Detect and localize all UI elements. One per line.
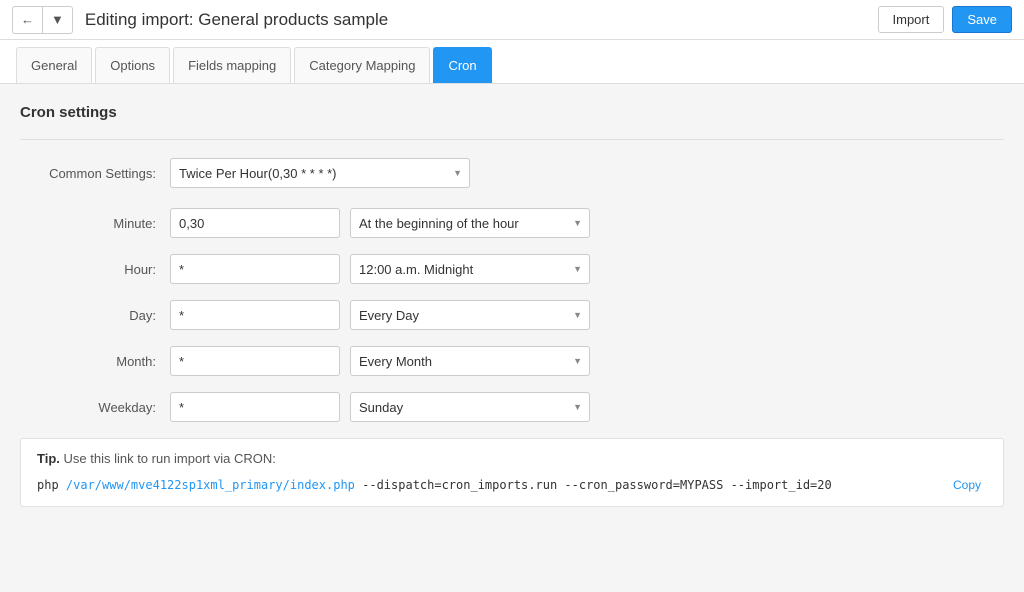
page-title: Editing import: General products sample bbox=[85, 10, 878, 30]
field-row-day: Day: Every DayMondayTuesdayWednesdayThurs… bbox=[20, 300, 1004, 330]
top-bar: ← ▼ Editing import: General products sam… bbox=[0, 0, 1024, 40]
common-settings-label: Common Settings: bbox=[40, 166, 170, 181]
tip-box: Tip. Use this link to run import via CRO… bbox=[20, 438, 1004, 507]
tab-options[interactable]: Options bbox=[95, 47, 170, 83]
select-month[interactable]: Every MonthJanuaryFebruaryMarchAprilMayJ… bbox=[350, 346, 590, 376]
select-minute[interactable]: At the beginning of the hourAt the 30th … bbox=[350, 208, 590, 238]
field-inner-weekday: SundayMondayTuesdayWednesdayThursdayFrid… bbox=[170, 392, 590, 422]
tab-general[interactable]: General bbox=[16, 47, 92, 83]
label-hour: Hour: bbox=[40, 262, 170, 277]
input-hour[interactable] bbox=[170, 254, 340, 284]
select-wrapper-minute: At the beginning of the hourAt the 30th … bbox=[350, 208, 590, 238]
nav-buttons: ← ▼ bbox=[12, 6, 73, 34]
common-settings-select[interactable]: Twice Per Hour(0,30 * * * *)Every Hour(0… bbox=[170, 158, 470, 188]
common-settings-group: Common Settings: Twice Per Hour(0,30 * *… bbox=[20, 158, 1004, 188]
cmd-plain: php bbox=[37, 478, 66, 492]
tab-fields-mapping[interactable]: Fields mapping bbox=[173, 47, 291, 83]
import-button[interactable]: Import bbox=[878, 6, 945, 33]
dropdown-button[interactable]: ▼ bbox=[42, 6, 73, 34]
input-month[interactable] bbox=[170, 346, 340, 376]
back-button[interactable]: ← bbox=[12, 6, 42, 34]
field-row-hour: Hour: 12:00 a.m. MidnightEvery hourCustom bbox=[20, 254, 1004, 284]
input-minute[interactable] bbox=[170, 208, 340, 238]
select-day[interactable]: Every DayMondayTuesdayWednesdayThursdayF… bbox=[350, 300, 590, 330]
divider bbox=[20, 139, 1004, 140]
input-weekday[interactable] bbox=[170, 392, 340, 422]
select-hour[interactable]: 12:00 a.m. MidnightEvery hourCustom bbox=[350, 254, 590, 284]
label-month: Month: bbox=[40, 354, 170, 369]
field-row-minute: Minute: At the beginning of the hourAt th… bbox=[20, 208, 1004, 238]
save-button[interactable]: Save bbox=[952, 6, 1012, 33]
section-title: Cron settings bbox=[20, 104, 1004, 121]
cron-command: php /var/www/mve4122sp1xml_primary/index… bbox=[37, 478, 937, 492]
top-actions: Import Save bbox=[878, 6, 1012, 33]
field-inner-month: Every MonthJanuaryFebruaryMarchAprilMayJ… bbox=[170, 346, 590, 376]
tip-text: Tip. Use this link to run import via CRO… bbox=[37, 451, 987, 466]
tabs-bar: GeneralOptionsFields mappingCategory Map… bbox=[0, 40, 1024, 84]
label-minute: Minute: bbox=[40, 216, 170, 231]
tip-body: Use this link to run import via CRON: bbox=[64, 451, 276, 466]
field-inner-day: Every DayMondayTuesdayWednesdayThursdayF… bbox=[170, 300, 590, 330]
field-row-month: Month: Every MonthJanuaryFebruaryMarchApr… bbox=[20, 346, 1004, 376]
label-weekday: Weekday: bbox=[40, 400, 170, 415]
copy-button[interactable]: Copy bbox=[947, 476, 987, 494]
cmd-suffix: --dispatch=cron_imports.run --cron_passw… bbox=[355, 478, 832, 492]
label-day: Day: bbox=[40, 308, 170, 323]
field-inner-hour: 12:00 a.m. MidnightEvery hourCustom bbox=[170, 254, 590, 284]
select-wrapper-weekday: SundayMondayTuesdayWednesdayThursdayFrid… bbox=[350, 392, 590, 422]
cmd-link: /var/www/mve4122sp1xml_primary/index.php bbox=[66, 478, 355, 492]
field-row-weekday: Weekday: SundayMondayTuesdayWednesdayThur… bbox=[20, 392, 1004, 422]
cron-command-row: php /var/www/mve4122sp1xml_primary/index… bbox=[37, 476, 987, 494]
field-rows-container: Minute: At the beginning of the hourAt th… bbox=[20, 208, 1004, 422]
tab-category-mapping[interactable]: Category Mapping bbox=[294, 47, 430, 83]
select-wrapper-month: Every MonthJanuaryFebruaryMarchAprilMayJ… bbox=[350, 346, 590, 376]
input-day[interactable] bbox=[170, 300, 340, 330]
select-wrapper-day: Every DayMondayTuesdayWednesdayThursdayF… bbox=[350, 300, 590, 330]
common-settings-wrapper: Twice Per Hour(0,30 * * * *)Every Hour(0… bbox=[170, 158, 470, 188]
select-wrapper-hour: 12:00 a.m. MidnightEvery hourCustom bbox=[350, 254, 590, 284]
field-inner-minute: At the beginning of the hourAt the 30th … bbox=[170, 208, 590, 238]
select-weekday[interactable]: SundayMondayTuesdayWednesdayThursdayFrid… bbox=[350, 392, 590, 422]
content-area: Cron settings Common Settings: Twice Per… bbox=[0, 84, 1024, 592]
tab-cron[interactable]: Cron bbox=[433, 47, 491, 83]
tip-prefix: Tip. bbox=[37, 451, 60, 466]
